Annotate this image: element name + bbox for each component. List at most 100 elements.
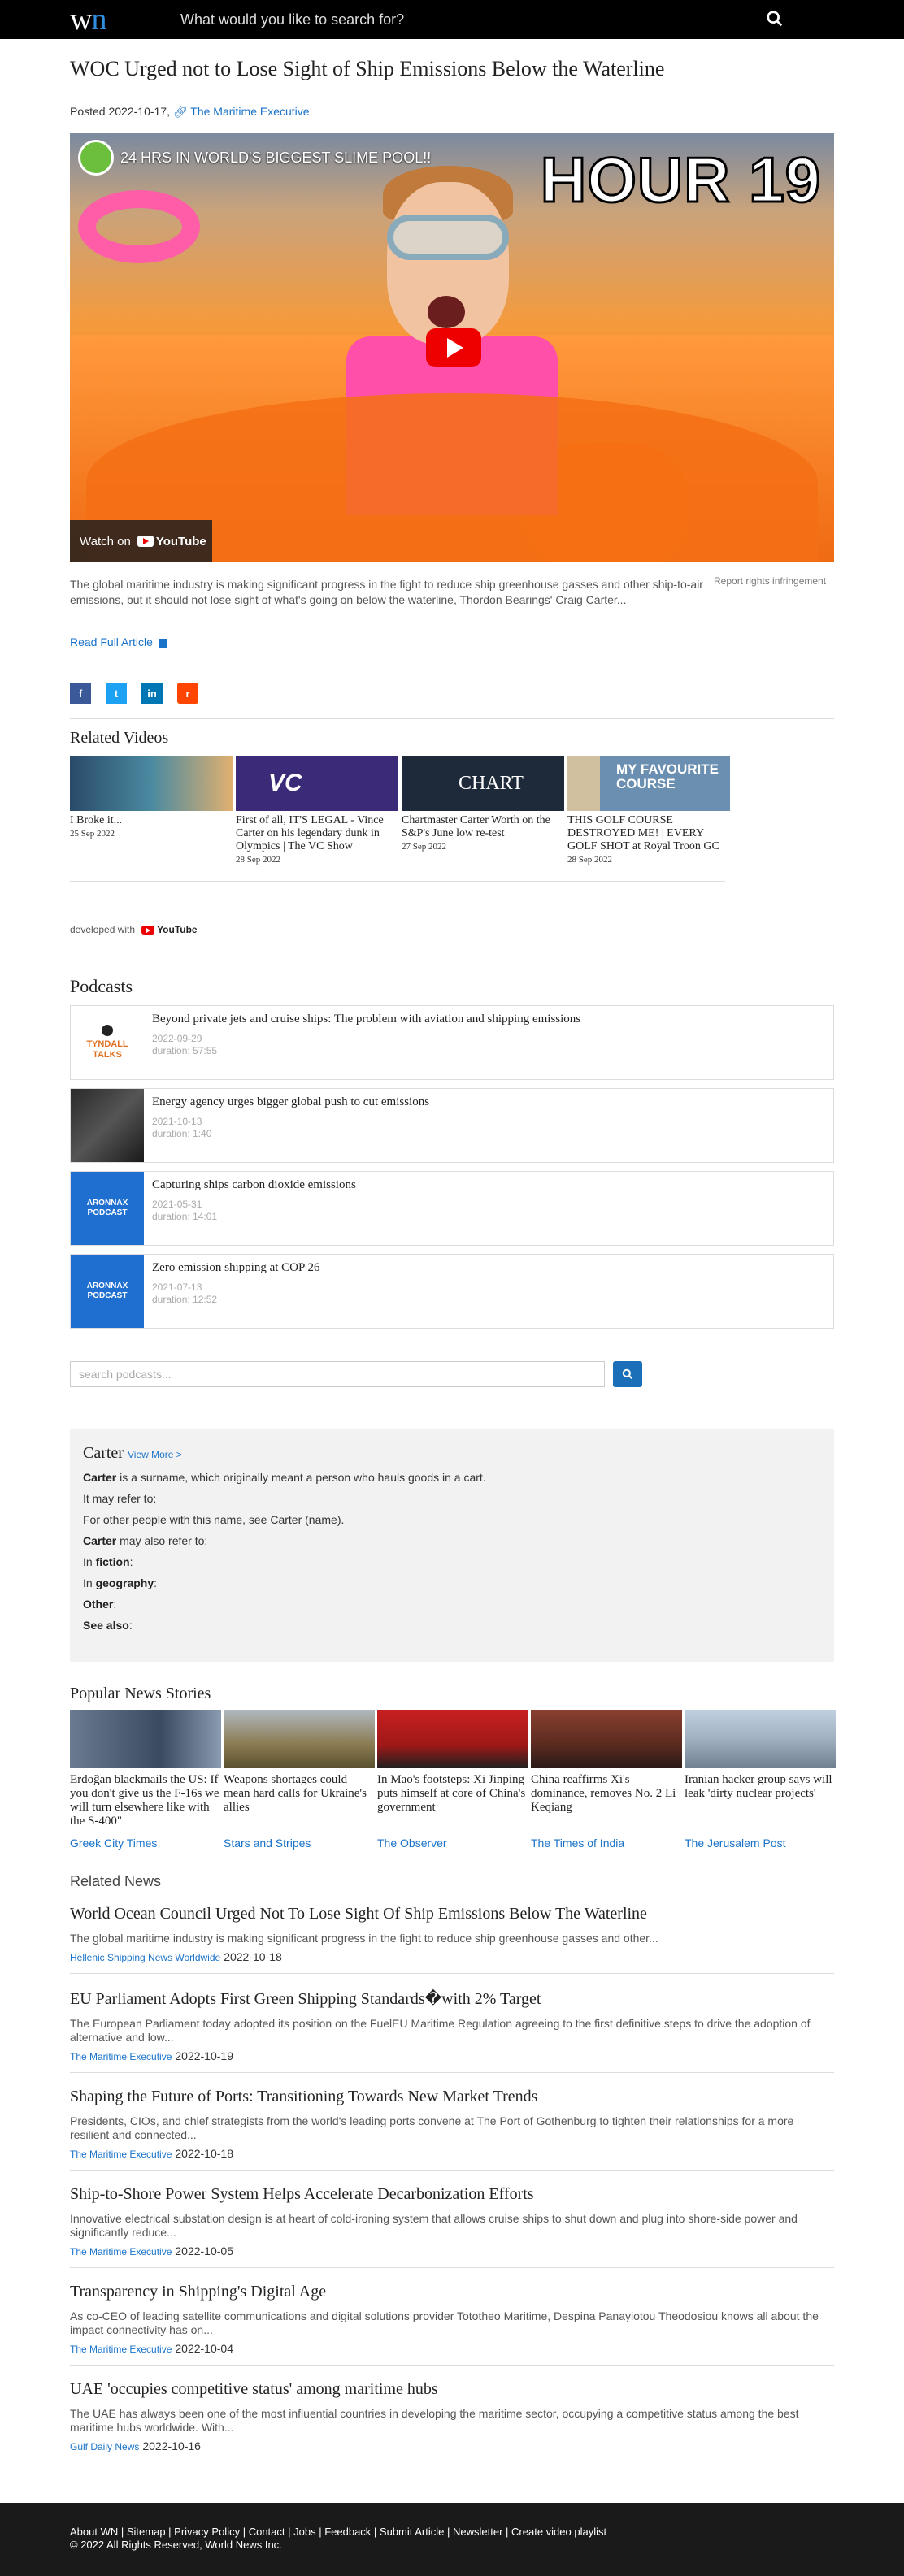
video-player[interactable]: 24 HRS IN WORLD'S BIGGEST SLIME POOL!! H… — [70, 133, 834, 562]
podcast-item[interactable]: ARONNAX PODCAST Zero emission shipping a… — [70, 1254, 834, 1329]
article-source-link[interactable]: The Maritime Executive — [190, 105, 309, 118]
popular-news-source[interactable]: The Times of India — [531, 1837, 682, 1850]
popular-news-item[interactable]: China reaffirms Xi's dominance, removes … — [531, 1710, 682, 1850]
news-thumbnail[interactable] — [531, 1710, 682, 1768]
video-share-icon[interactable]: ➦ — [795, 151, 810, 172]
related-news-source[interactable]: The Maritime Executive — [70, 2246, 172, 2257]
video-thumbnail[interactable]: VC — [236, 756, 398, 811]
related-news-source[interactable]: The Maritime Executive — [70, 2149, 172, 2160]
podcast-logo-text: TYNDALL TALKS — [86, 1039, 128, 1060]
related-news-date: 2022-10-18 — [175, 2147, 233, 2160]
related-news-title: Related News — [70, 1873, 162, 1889]
report-rights-link[interactable]: Report rights infringement — [714, 575, 826, 587]
popular-news-headline[interactable]: China reaffirms Xi's dominance, removes … — [531, 1773, 682, 1830]
podcast-title[interactable]: Zero emission shipping at COP 26 — [152, 1261, 320, 1275]
site-logo[interactable]: wn — [70, 0, 180, 39]
read-full-article-link[interactable]: Read Full Article — [70, 635, 167, 648]
popular-news-headline[interactable]: In Mao's footsteps: Xi Jinping puts hims… — [377, 1773, 528, 1830]
popular-news-source[interactable]: The Observer — [377, 1837, 528, 1850]
reddit-share-button[interactable]: r — [177, 683, 198, 704]
external-link-icon — [158, 638, 167, 648]
footer-link-contact[interactable]: Contact — [249, 2526, 285, 2538]
related-news-source[interactable]: The Maritime Executive — [70, 2051, 172, 2062]
twitter-share-button[interactable]: t — [106, 683, 127, 704]
facebook-share-button[interactable]: f — [70, 683, 91, 704]
related-news-headline[interactable]: World Ocean Council Urged Not To Lose Si… — [70, 1905, 834, 1923]
popular-news-source[interactable]: Stars and Stripes — [224, 1837, 375, 1850]
related-news-source[interactable]: The Maritime Executive — [70, 2344, 172, 2355]
news-thumbnail[interactable] — [685, 1710, 836, 1768]
wiki-line: Carter is a surname, which originally me… — [83, 1471, 821, 1484]
popular-news-headline[interactable]: Weapons shortages could mean hard calls … — [224, 1773, 375, 1830]
related-news-headline[interactable]: Ship-to-Shore Power System Helps Acceler… — [70, 2185, 834, 2204]
footer-link-newsletter[interactable]: Newsletter — [453, 2526, 502, 2538]
popular-news-source[interactable]: Greek City Times — [70, 1837, 221, 1850]
podcast-duration: duration: 14:01 — [152, 1211, 218, 1222]
news-thumbnail[interactable] — [70, 1710, 221, 1768]
footer-link-sitemap[interactable]: Sitemap — [127, 2526, 166, 2538]
related-news-source[interactable]: Hellenic Shipping News Worldwide — [70, 1952, 220, 1963]
popular-news-headline[interactable]: Erdoğan blackmails the US: If you don't … — [70, 1773, 221, 1830]
podcast-logo-dot — [102, 1025, 113, 1036]
related-video-title[interactable]: I Broke it... — [70, 814, 234, 827]
footer-link-about[interactable]: About WN — [70, 2526, 118, 2538]
related-news-headline[interactable]: UAE 'occupies competitive status' among … — [70, 2380, 834, 2399]
podcast-search-button[interactable] — [613, 1361, 642, 1387]
wiki-view-more-link[interactable]: View More > — [128, 1449, 182, 1460]
play-button[interactable] — [426, 328, 481, 367]
video-scene-goggles — [387, 215, 509, 260]
related-news-source[interactable]: Gulf Daily News — [70, 2441, 139, 2452]
footer-link-feedback[interactable]: Feedback — [324, 2526, 371, 2538]
popular-news-headline[interactable]: Iranian hacker group says will leak 'dir… — [685, 1773, 836, 1830]
related-video-item[interactable]: VC First of all, IT'S LEGAL - Vince Cart… — [236, 756, 400, 865]
podcast-item[interactable]: Energy agency urges bigger global push t… — [70, 1088, 834, 1163]
video-thumbnail[interactable]: MY FAVOURITE COURSE — [567, 756, 730, 811]
footer-link-jobs[interactable]: Jobs — [293, 2526, 315, 2538]
linkedin-share-button[interactable]: in — [141, 683, 163, 704]
news-thumbnail[interactable] — [377, 1710, 528, 1768]
news-thumbnail[interactable] — [224, 1710, 375, 1768]
video-title[interactable]: 24 HRS IN WORLD'S BIGGEST SLIME POOL!! — [120, 150, 431, 167]
footer-link-submit-article[interactable]: Submit Article — [380, 2526, 444, 2538]
footer-separator: | — [165, 2526, 175, 2538]
link-icon: 🔗︎ — [172, 105, 188, 118]
podcast-title[interactable]: Capturing ships carbon dioxide emissions — [152, 1178, 356, 1192]
podcast-logo — [71, 1089, 144, 1162]
popular-news-item[interactable]: Erdoğan blackmails the US: If you don't … — [70, 1710, 221, 1850]
related-video-item[interactable]: MY FAVOURITE COURSE THIS GOLF COURSE DES… — [567, 756, 732, 865]
footer-link-create-playlist[interactable]: Create video playlist — [511, 2526, 606, 2538]
popular-news-item[interactable]: Iranian hacker group says will leak 'dir… — [685, 1710, 836, 1850]
related-news-headline[interactable]: Transparency in Shipping's Digital Age — [70, 2283, 834, 2301]
thumb-text: CHART — [459, 772, 524, 794]
popular-news-source[interactable]: The Jerusalem Post — [685, 1837, 836, 1850]
related-video-title[interactable]: THIS GOLF COURSE DESTROYED ME! | EVERY G… — [567, 814, 732, 853]
related-video-title[interactable]: Chartmaster Carter Worth on the S&P's Ju… — [402, 814, 566, 840]
popular-news-item[interactable]: In Mao's footsteps: Xi Jinping puts hims… — [377, 1710, 528, 1850]
podcast-item[interactable]: TYNDALL TALKS Beyond private jets and cr… — [70, 1005, 834, 1080]
related-news-headline[interactable]: Shaping the Future of Ports: Transitioni… — [70, 2088, 834, 2106]
related-news-headline[interactable]: EU Parliament Adopts First Green Shippin… — [70, 1988, 834, 2009]
wiki-text: : — [113, 1598, 117, 1611]
channel-avatar[interactable] — [78, 140, 114, 176]
video-scene-float — [78, 190, 200, 263]
search-icon[interactable] — [766, 10, 785, 29]
popular-news-item[interactable]: Weapons shortages could mean hard calls … — [224, 1710, 375, 1850]
related-video-item[interactable]: CHART Chartmaster Carter Worth on the S&… — [402, 756, 566, 865]
video-thumbnail[interactable] — [70, 756, 233, 811]
footer-separator: | — [240, 2526, 249, 2538]
podcast-title[interactable]: Beyond private jets and cruise ships: Th… — [152, 1013, 580, 1026]
footer-separator: | — [502, 2526, 512, 2538]
wiki-line: In geography: — [83, 1576, 821, 1589]
related-video-item[interactable]: I Broke it... 25 Sep 2022 — [70, 756, 234, 865]
wiki-bold: See also — [83, 1619, 129, 1632]
video-thumbnail[interactable]: CHART — [402, 756, 564, 811]
podcast-search-input[interactable] — [70, 1361, 605, 1387]
related-video-title[interactable]: First of all, IT'S LEGAL - Vince Carter … — [236, 814, 400, 853]
youtube-logo[interactable]: YouTube — [141, 924, 198, 935]
watch-on-youtube-button[interactable]: Watch on YouTube — [70, 520, 212, 562]
footer-link-privacy[interactable]: Privacy Policy — [174, 2526, 240, 2538]
podcast-title[interactable]: Energy agency urges bigger global push t… — [152, 1095, 429, 1109]
related-news-excerpt: The global maritime industry is making s… — [70, 1932, 658, 1945]
site-search-input[interactable] — [180, 11, 750, 28]
podcast-item[interactable]: ARONNAX PODCAST Capturing ships carbon d… — [70, 1171, 834, 1246]
